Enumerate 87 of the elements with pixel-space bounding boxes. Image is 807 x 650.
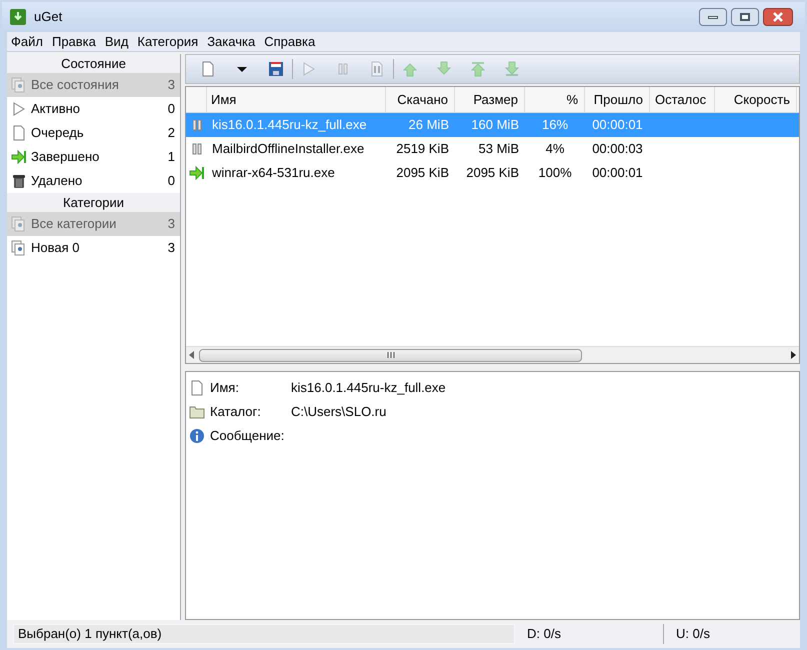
table-cell-text: 26 MiB [408, 116, 450, 134]
horizontal-scrollbar[interactable] [186, 346, 799, 363]
item-label: Все категории [31, 215, 118, 234]
menu-item[interactable]: Справка [264, 32, 316, 52]
table-cell-text: winrar-x64-531ru.exe [211, 164, 336, 182]
maximize-button[interactable] [731, 8, 759, 26]
close-button[interactable] [763, 8, 793, 26]
menu-item[interactable]: Файл [11, 32, 43, 52]
item-count: 0 [168, 172, 175, 190]
scroll-right-icon[interactable] [790, 351, 796, 359]
item-count: 2 [168, 124, 175, 142]
sidebar-item[interactable]: Очередь 2 [7, 121, 180, 145]
top-arrow-icon [470, 61, 486, 77]
column-header[interactable]: % [525, 87, 585, 112]
table-cell-text: 00:00:01 [591, 116, 644, 134]
sidebar-item[interactable]: Удалено 0 [7, 169, 180, 193]
stacked-pages-icon [11, 216, 27, 232]
sidebar-item[interactable]: Завершено 1 [7, 145, 180, 169]
up-arrow-icon [402, 61, 418, 77]
minimize-button[interactable] [699, 8, 727, 26]
window-title: uGet [34, 8, 64, 26]
column-header[interactable]: Размер [455, 87, 525, 112]
menu-item[interactable]: Вид [104, 32, 128, 52]
document-icon [11, 125, 27, 141]
stacked-pages-icon [11, 77, 27, 93]
arrow-into-bar-icon [11, 149, 27, 165]
detail-label: Сообщение: [210, 427, 286, 446]
table-cell-text: 2519 KiB [395, 140, 450, 158]
item-label: Удалено [31, 172, 84, 190]
detail-label: Каталог: [210, 403, 262, 422]
table-row[interactable]: winrar-x64-531ru.exe 2095 KiB 2095 KiB 100% 00:00:01 [186, 161, 799, 185]
item-label: Очередь [31, 124, 85, 142]
info-icon [189, 428, 205, 444]
download-speed: D: 0/s [526, 625, 562, 644]
detail-label: Имя: [210, 379, 240, 398]
item-count: 3 [168, 215, 175, 234]
sidebar-item[interactable]: Все категории 3 [7, 212, 180, 236]
menu-item[interactable]: Категория [137, 32, 198, 52]
sidebar-item[interactable]: Все состояния 3 [7, 73, 180, 97]
item-count: 3 [168, 76, 175, 94]
document-icon [200, 61, 216, 77]
table-cell-text: 160 MiB [470, 116, 520, 134]
detail-value: kis16.0.1.445ru-kz_full.exe [291, 379, 446, 398]
column-header[interactable]: Осталос [650, 87, 715, 112]
menu-item[interactable]: Закачка [207, 32, 256, 52]
item-label: Новая 0 [31, 239, 80, 258]
table-cell-text: 53 MiB [478, 140, 520, 158]
table-cell-text: kis16.0.1.445ru-kz_full.exe [211, 116, 368, 134]
table-cell-text: 2095 KiB [465, 164, 520, 182]
close-icon [772, 12, 784, 22]
item-label: Все состояния [31, 76, 120, 94]
bottom-arrow-icon [504, 61, 520, 77]
down-arrow-icon [436, 61, 452, 77]
grip-icon [386, 352, 394, 358]
table-cell-text: 100% [537, 164, 573, 182]
table-cell-text: 4% [544, 140, 566, 158]
column-header[interactable]: Имя [207, 87, 386, 112]
folder-icon [189, 404, 205, 420]
menu-item[interactable]: Правка [52, 32, 96, 52]
table-row[interactable]: MailbirdOfflineInstaller.exe 2519 KiB 53 MiB 4% 00:00:03 [186, 137, 799, 161]
column-header[interactable]: Прошло [585, 87, 650, 112]
play-icon [301, 61, 317, 77]
item-count: 1 [168, 148, 175, 166]
item-label: Активно [31, 100, 82, 118]
stacked-pages-icon [11, 240, 27, 256]
item-count: 3 [168, 239, 175, 258]
play-icon [11, 101, 27, 117]
upload-speed: U: 0/s [675, 625, 710, 644]
item-count: 0 [168, 100, 175, 118]
table-cell-text: 00:00:01 [591, 164, 644, 182]
app-logo-icon [10, 9, 26, 25]
trash-can-icon [11, 173, 27, 189]
arrow-into-bar-icon [188, 165, 204, 181]
detail-value: C:\Users\SLO.ru [291, 403, 386, 422]
table-cell-text: 16% [540, 116, 570, 134]
table-cell-text: 2095 KiB [395, 164, 450, 182]
table-cell-text: MailbirdOfflineInstaller.exe [211, 140, 366, 158]
status-text: Выбран(о) 1 пункт(а,ов) [13, 624, 515, 644]
table-cell-text: 00:00:03 [591, 140, 644, 158]
sidebar-item[interactable]: Новая 0 3 [7, 236, 180, 260]
column-header[interactable]: Скачано [386, 87, 455, 112]
item-label: Завершено [31, 148, 100, 166]
toolbar-button[interactable] [266, 59, 286, 79]
document-icon [189, 380, 205, 396]
column-header[interactable]: Скорость [715, 87, 797, 112]
scroll-left-icon[interactable] [189, 351, 195, 359]
sidebar-item[interactable]: Активно 0 [7, 97, 180, 121]
